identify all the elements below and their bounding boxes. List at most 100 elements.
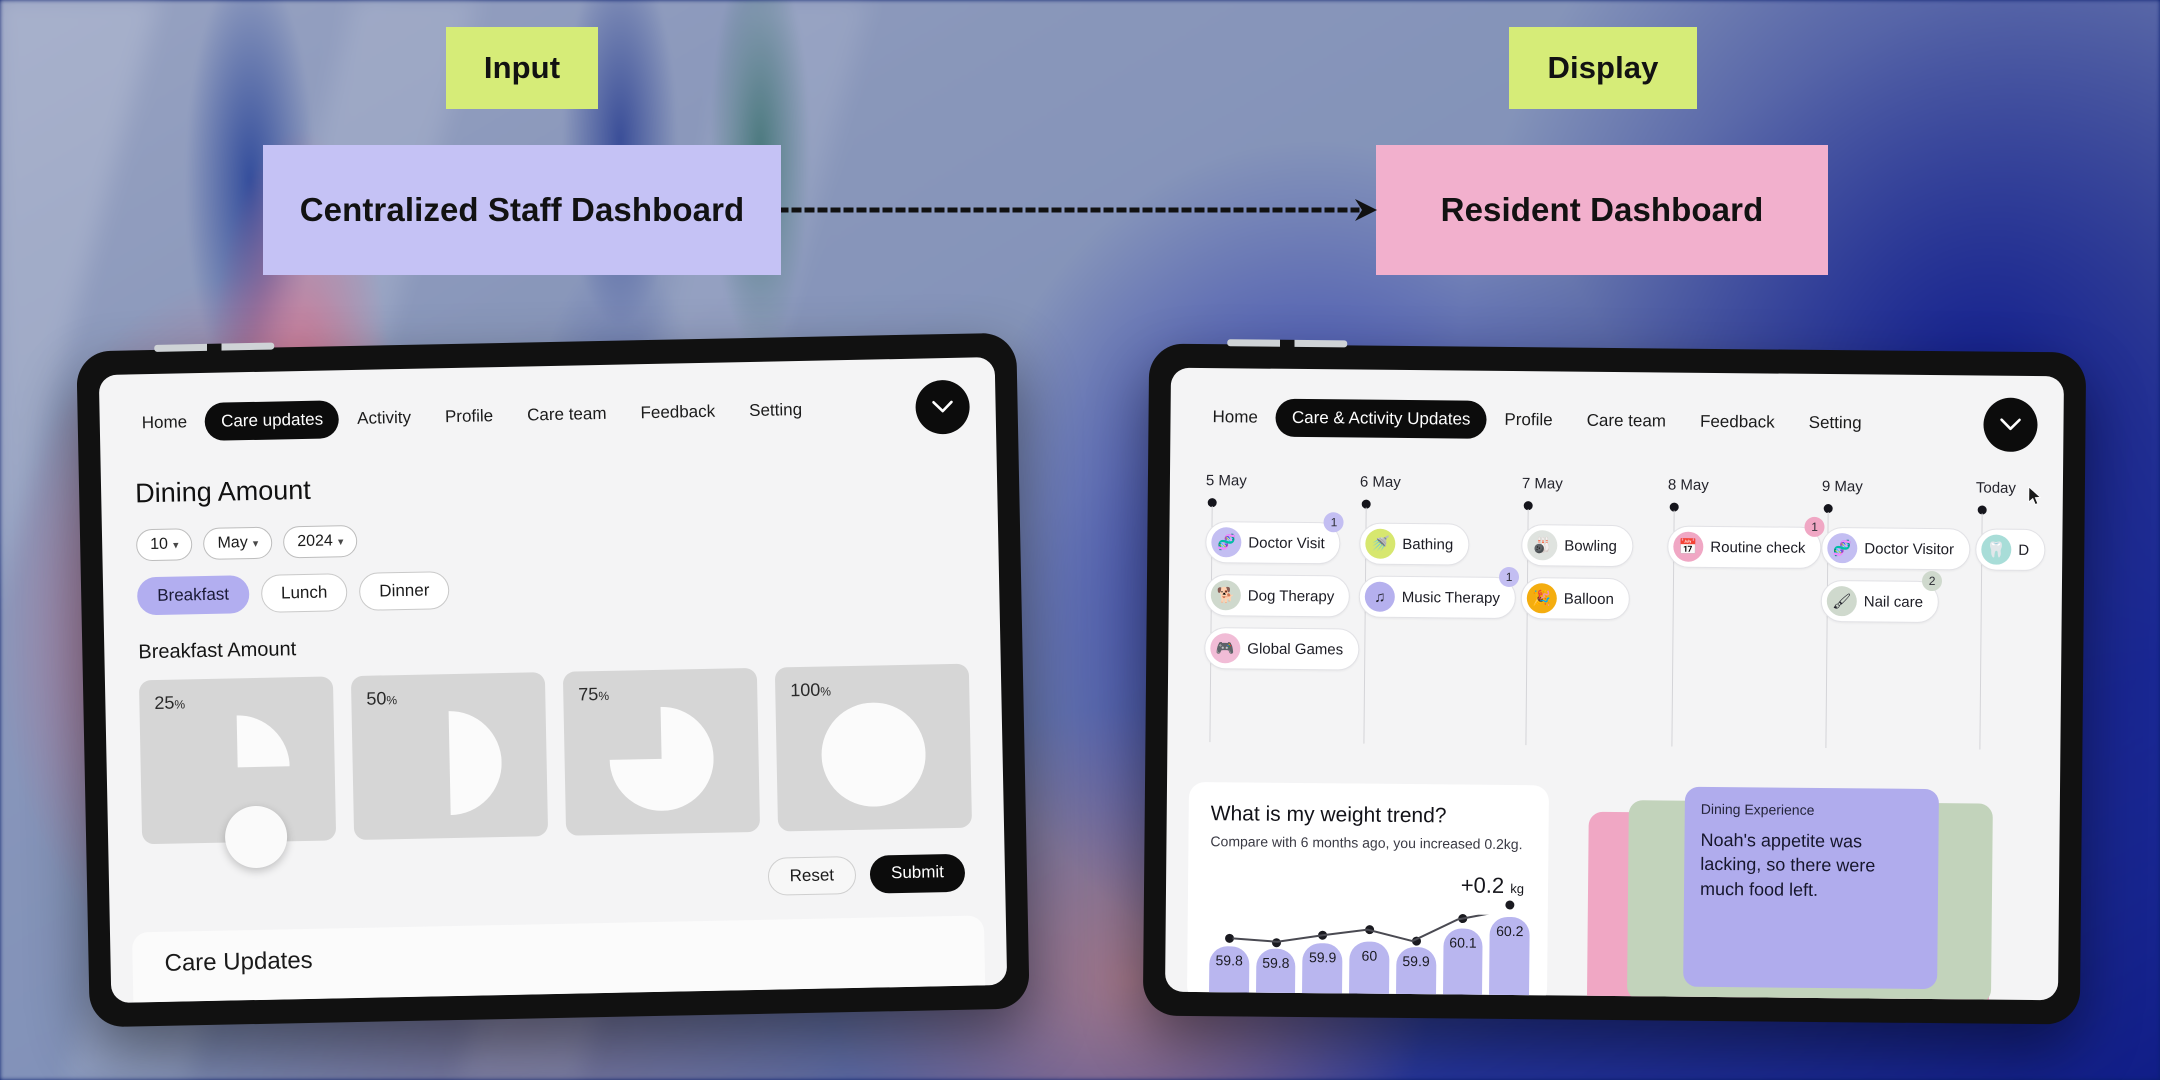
- activity-timeline: 5 May 🧬 Doctor Visit 1 🐕 Dog Therapy 🎮 G…: [1167, 472, 2063, 781]
- breakfast-amount-title: Breakfast Amount: [138, 638, 297, 664]
- staff-nav-setting[interactable]: Setting: [733, 391, 819, 431]
- staff-nav-home[interactable]: Home: [125, 403, 203, 443]
- staff-nav-feedback[interactable]: Feedback: [624, 392, 731, 432]
- meal-pill-lunch[interactable]: Lunch: [260, 573, 348, 613]
- activity-chip-balloon[interactable]: 🎉 Balloon: [1520, 577, 1631, 621]
- activity-chip-nail-care[interactable]: 🖌 Nail care 2: [1820, 570, 1943, 624]
- staff-chevron-down-icon[interactable]: [915, 379, 971, 435]
- amount-card-100[interactable]: 100%: [774, 663, 973, 832]
- amount-card-50-label: 50%: [366, 688, 398, 709]
- activity-chip-music-therapy[interactable]: ♫ Music Therapy 1: [1358, 566, 1520, 620]
- calendar-icon: 📅: [1673, 531, 1704, 562]
- year-select-value: 2024: [297, 532, 334, 551]
- staff-nav-profile[interactable]: Profile: [429, 397, 510, 437]
- resident-chevron-down-icon[interactable]: [1983, 397, 2038, 453]
- bar-item: 59.8: [1255, 938, 1296, 1001]
- activity-chip-bowling[interactable]: 🎳 Bowling: [1521, 524, 1634, 568]
- bar-dot: [1458, 914, 1468, 924]
- bar: 60.2: [1489, 900, 1530, 1001]
- music-icon: ♫: [1364, 581, 1395, 612]
- activity-list: 🧬 Doctor Visit 1 🐕 Dog Therapy 🎮 Global …: [1204, 512, 1360, 671]
- activity-chip-doctor-visit[interactable]: 🧬 Doctor Visit 1: [1205, 512, 1345, 565]
- pie-75-icon: [609, 706, 714, 811]
- year-select[interactable]: 2024 ▾: [282, 524, 358, 559]
- resident-nav-setting[interactable]: Setting: [1793, 404, 1878, 443]
- resident-screen: Home Care & Activity Updates Profile Car…: [1165, 367, 2064, 1001]
- chevron-down-icon: ▾: [172, 538, 179, 552]
- dining-experience-card[interactable]: Dining Experience Noah's appetite was la…: [1683, 786, 1940, 990]
- resident-bottom-row: What is my weight trend? Compare with 6 …: [1186, 781, 2038, 1001]
- weight-trend-card[interactable]: What is my weight trend? Compare with 6 …: [1186, 781, 1550, 1001]
- dog-icon: 🐕: [1210, 580, 1241, 611]
- gamepad-icon: 🎮: [1210, 633, 1241, 664]
- bar-dot: [1318, 930, 1328, 940]
- activity-badge: 1: [1323, 512, 1345, 533]
- doctor-icon: 🧬: [1211, 527, 1242, 558]
- activity-chip-routine-check[interactable]: 📅 Routine check 1: [1667, 516, 1825, 569]
- meal-pill-row: Breakfast Lunch Dinner: [136, 560, 1000, 616]
- balloon-icon: 🎉: [1526, 583, 1557, 614]
- pie-25-icon: [236, 714, 290, 767]
- chevron-down-icon: ▾: [252, 537, 259, 550]
- timeline-date: 7 May: [1521, 475, 1563, 493]
- bar: 59.9: [1395, 936, 1437, 1001]
- staff-nav-care-updates[interactable]: Care updates: [204, 400, 340, 441]
- resident-nav-profile[interactable]: Profile: [1488, 401, 1569, 440]
- staff-nav-activity[interactable]: Activity: [341, 398, 428, 438]
- meal-pill-breakfast[interactable]: Breakfast: [136, 575, 250, 616]
- bar-value: 59.9: [1402, 952, 1430, 970]
- annotation-staff-dashboard-box: Centralized Staff Dashboard: [263, 145, 781, 275]
- activity-chip-bathing[interactable]: 🚿 Bathing: [1359, 522, 1470, 566]
- amount-card-50[interactable]: 50%: [350, 672, 549, 841]
- activity-chip-dental[interactable]: 🦷 D: [1975, 528, 2046, 572]
- resident-tablet: Home Care & Activity Updates Profile Car…: [1142, 343, 2087, 1025]
- activity-badge: 1: [1499, 566, 1520, 588]
- shower-icon: 🚿: [1365, 528, 1396, 559]
- amount-card-75-label: 75%: [578, 684, 610, 705]
- bar-value: 60.1: [1449, 934, 1477, 951]
- dining-amount-title: Dining Amount: [134, 474, 312, 509]
- resident-nav-home[interactable]: Home: [1196, 398, 1274, 437]
- bar-item: 59.9: [1395, 936, 1437, 1001]
- resident-nav-care-team[interactable]: Care team: [1570, 402, 1682, 441]
- amount-card-100-label: 100%: [790, 679, 832, 701]
- weight-trend-subtitle: Compare with 6 months ago, you increased…: [1210, 833, 1523, 853]
- staff-nav-care-team[interactable]: Care team: [511, 395, 623, 435]
- activity-list: 🦷 D: [1975, 528, 2046, 572]
- day-select-value: 10: [150, 535, 169, 554]
- tooth-icon: 🦷: [1981, 534, 2012, 565]
- submit-button[interactable]: Submit: [869, 853, 966, 894]
- annotation-display-label: Display: [1547, 50, 1659, 85]
- care-updates-panel[interactable]: Care Updates: [131, 915, 986, 1003]
- activity-chip-global-games[interactable]: 🎮 Global Games: [1204, 627, 1360, 671]
- reset-button[interactable]: Reset: [767, 855, 857, 896]
- activity-chip-doctor-visitor[interactable]: 🧬 Doctor Visitor: [1821, 526, 1971, 571]
- activity-badge: 2: [1922, 570, 1943, 592]
- activity-list: 🚿 Bathing ♫ Music Therapy 1: [1358, 522, 1520, 620]
- bar-dot: [1224, 933, 1234, 943]
- weight-trend-title: What is my weight trend?: [1210, 802, 1447, 828]
- amount-card-25[interactable]: 25%: [138, 676, 337, 869]
- bar-item: 60.1: [1442, 914, 1483, 1001]
- bar-dot: [1271, 938, 1281, 948]
- resident-nav-feedback[interactable]: Feedback: [1684, 403, 1791, 442]
- annotation-input-tag: Input: [446, 27, 598, 109]
- month-select[interactable]: May ▾: [203, 526, 273, 560]
- bar-value: 60: [1361, 947, 1378, 964]
- resident-nav-spacer: [1880, 424, 1982, 425]
- activity-chip-dog-therapy[interactable]: 🐕 Dog Therapy: [1204, 574, 1351, 618]
- bar: 59.9: [1302, 930, 1343, 1001]
- annotation-input-label: Input: [483, 50, 561, 85]
- mouse-cursor-icon: [2028, 486, 2042, 506]
- care-updates-title: Care Updates: [164, 946, 313, 977]
- amount-card-75[interactable]: 75%: [562, 667, 761, 836]
- amount-slider-knob[interactable]: [224, 805, 288, 869]
- dining-experience-body: Noah's appetite was lacking, so there we…: [1699, 829, 1876, 900]
- annotation-staff-label: Centralized Staff Dashboard: [299, 191, 745, 228]
- dotted-arrow-right-icon: [781, 199, 1377, 221]
- timeline-column-5-may: 5 May 🧬 Doctor Visit 1 🐕 Dog Therapy 🎮 G…: [1204, 472, 1361, 743]
- meal-pill-dinner[interactable]: Dinner: [358, 571, 450, 611]
- day-select[interactable]: 10 ▾: [135, 528, 193, 562]
- resident-nav-care-activity-updates[interactable]: Care & Activity Updates: [1275, 398, 1487, 439]
- bar-item: 59.9: [1302, 930, 1343, 1001]
